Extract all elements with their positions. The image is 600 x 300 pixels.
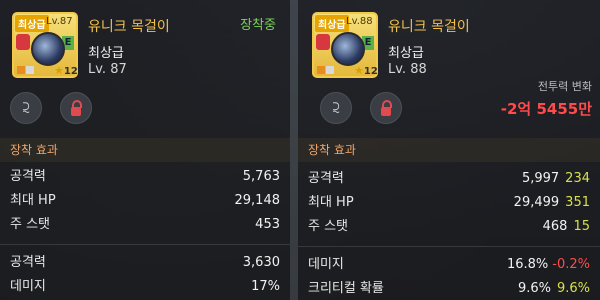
stat-value-with-diff: 9.6% 9.6% — [518, 278, 590, 300]
lock-button[interactable] — [370, 92, 402, 124]
additional-potential-indicator-icon — [326, 66, 334, 74]
stat-value-with-diff: 29,499 351 — [514, 192, 590, 214]
item-name: 유니크 목걸이 — [388, 19, 470, 35]
stat-row: 공격력 3,630 — [10, 252, 280, 274]
lock-indicator-icon — [316, 34, 330, 50]
stat-value: 17% — [251, 279, 280, 294]
grade-badge: 최상급 — [315, 15, 349, 32]
icon-level-tag: Lv.88 — [346, 16, 373, 27]
necklace-item-icon: 최상급 Lv.87 E ★12 — [12, 12, 78, 78]
stat-name: 공격력 — [308, 171, 344, 186]
star-force-count: ★12 — [354, 64, 378, 77]
stat-row: 데미지 17% — [10, 276, 280, 298]
stat-name: 크리티컬 확률 — [308, 281, 384, 296]
stat-value: 5,763 — [242, 169, 280, 184]
stat-name: 최대 HP — [10, 193, 56, 208]
stat-name: 공격력 — [10, 169, 46, 184]
compare-item-panel: 최상급 Lv.88 E ★12 유니크 목걸이 최상급 Lv. 88 전투력 변… — [298, 0, 600, 300]
potential-indicator-icon — [317, 66, 325, 74]
divider — [0, 244, 290, 245]
stat-value-with-diff: 468 15 — [543, 216, 590, 238]
stat-diff: 351 — [565, 195, 590, 210]
item-level: Lv. 87 — [88, 62, 127, 77]
stat-name: 데미지 — [10, 279, 46, 294]
panel-divider — [290, 0, 298, 300]
stat-row: 공격력 5,997 234 — [308, 168, 590, 190]
stat-value: 468 — [542, 219, 568, 234]
item-grade: 최상급 — [88, 46, 124, 61]
necklace-item-icon: 최상급 Lv.88 E ★12 — [312, 12, 378, 78]
star-count: 12 — [63, 66, 78, 77]
star-force-count: ★12 — [54, 64, 78, 77]
share-icon: ⫈ — [22, 100, 30, 116]
stat-value: 29,148 — [234, 193, 281, 208]
lock-icon — [381, 99, 392, 116]
item-level: Lv. 88 — [388, 62, 427, 77]
additional-potential-indicator-icon — [26, 66, 34, 74]
icon-level-tag: Lv.87 — [46, 16, 73, 27]
divider — [298, 246, 600, 247]
stat-name: 주 스탯 — [308, 219, 349, 234]
star-icon: ★ — [54, 64, 64, 77]
share-button[interactable]: ⫈ — [10, 92, 42, 124]
stat-name: 공격력 — [10, 255, 46, 270]
necklace-icon — [331, 32, 365, 66]
stat-value: 29,499 — [513, 195, 560, 210]
stat-row: 주 스탯 468 15 — [308, 216, 590, 238]
item-grade: 최상급 — [388, 46, 424, 61]
stat-row: 최대 HP 29,499 351 — [308, 192, 590, 214]
equip-effect-header: 장착 효과 — [298, 138, 600, 162]
stat-value: 5,997 — [521, 171, 560, 186]
lock-button[interactable] — [60, 92, 92, 124]
stat-diff: 234 — [565, 171, 590, 186]
equipped-status: 장착중 — [240, 18, 276, 33]
stat-diff: -0.2% — [552, 257, 590, 272]
stat-row: 최대 HP 29,148 — [10, 190, 280, 212]
lock-icon — [71, 99, 82, 116]
lock-indicator-icon — [16, 34, 30, 50]
stat-value: 9.6% — [517, 281, 551, 296]
potential-indicator-icon — [17, 66, 25, 74]
item-header: 최상급 Lv.88 E ★12 유니크 목걸이 최상급 Lv. 88 — [312, 12, 592, 82]
necklace-icon — [31, 32, 65, 66]
stat-name: 주 스탯 — [10, 217, 51, 232]
stat-name: 최대 HP — [308, 195, 354, 210]
star-icon: ★ — [354, 64, 364, 77]
stat-row: 데미지 16.8% -0.2% — [308, 254, 590, 276]
stat-value-with-diff: 5,997 234 — [522, 168, 590, 190]
stat-name: 데미지 — [308, 257, 344, 272]
power-change-value: -2억 5455만 — [500, 100, 592, 118]
stat-value-with-diff: 16.8% -0.2% — [507, 254, 590, 276]
item-name: 유니크 목걸이 — [88, 19, 170, 35]
stat-diff: 9.6% — [556, 281, 590, 296]
stat-row: 주 스탯 453 — [10, 214, 280, 236]
stat-row: 크리티컬 확률 9.6% 9.6% — [308, 278, 590, 300]
equip-effect-header: 장착 효과 — [0, 138, 290, 162]
star-count: 12 — [363, 66, 378, 77]
stat-value: 3,630 — [242, 255, 280, 270]
stat-row: 공격력 5,763 — [10, 166, 280, 188]
share-icon: ⫈ — [332, 100, 340, 116]
grade-badge: 최상급 — [15, 15, 49, 32]
equipped-item-panel: 최상급 Lv.87 E ★12 유니크 목걸이 최상급 Lv. 87 장착중 ⫈… — [0, 0, 290, 300]
stat-diff: 15 — [573, 219, 590, 234]
stat-value: 453 — [255, 217, 280, 232]
power-change-label: 전투력 변화 — [537, 80, 592, 93]
stat-value: 16.8% — [506, 257, 549, 272]
share-button[interactable]: ⫈ — [320, 92, 352, 124]
